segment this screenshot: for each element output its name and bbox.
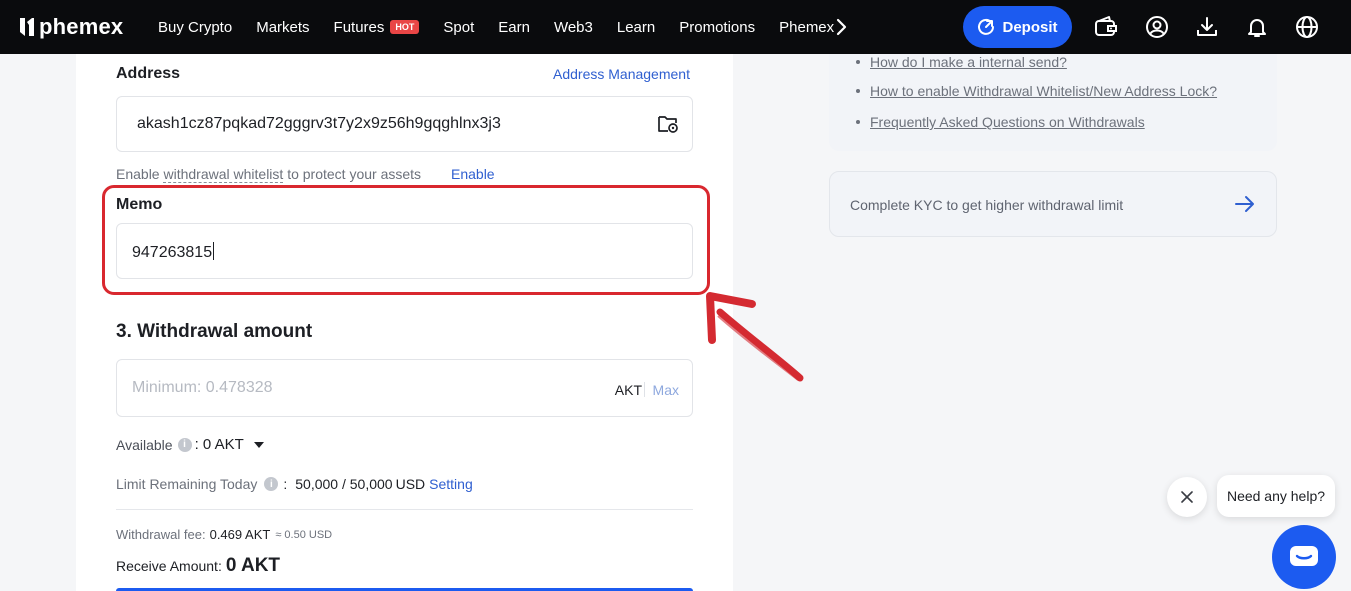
amount-unit: AKT	[614, 382, 642, 398]
caret-down-icon[interactable]	[253, 441, 264, 449]
limit-label: Limit Remaining Today	[116, 476, 258, 492]
address-management-link[interactable]: Address Management	[553, 66, 690, 82]
amount-placeholder: Minimum: 0.478328	[132, 379, 273, 396]
fee-usd: ≈ 0.50 USD	[275, 528, 333, 541]
main-nav: Buy Crypto Markets Futures HOT Spot Earn …	[158, 0, 858, 54]
memo-highlight-box	[102, 185, 710, 295]
info-icon[interactable]: i	[264, 477, 279, 491]
deposit-button[interactable]: Deposit	[963, 6, 1072, 48]
nav-spot[interactable]: Spot	[443, 19, 474, 36]
nav-label: Spot	[443, 18, 475, 36]
account-icon[interactable]	[1145, 15, 1169, 39]
red-pointer-arrow-icon	[706, 292, 804, 382]
enable-whitelist-link[interactable]: Enable	[451, 166, 495, 182]
nav-label: Web3	[553, 18, 593, 36]
available-row: Available i : 0 AKT	[116, 436, 264, 453]
hot-badge: HOT	[390, 20, 420, 34]
nav-label: Promotions	[679, 18, 756, 36]
info-icon[interactable]: i	[177, 437, 192, 452]
top-navigation-bar: phemex Buy Crypto Markets Futures HOT Spo…	[0, 0, 1351, 54]
amount-separator	[644, 382, 645, 397]
available-label: Available	[116, 436, 173, 453]
limit-value: 50,000 / 50,000	[295, 476, 393, 492]
kyc-banner[interactable]: Complete KYC to get higher withdrawal li…	[829, 171, 1277, 237]
chat-prompt-bubble[interactable]: Need any help?	[1217, 475, 1335, 517]
chat-launcher-button[interactable]	[1272, 525, 1336, 589]
kyc-text: Complete KYC to get higher withdrawal li…	[850, 197, 1124, 213]
download-icon[interactable]	[1195, 15, 1219, 39]
nav-web3[interactable]: Web3	[554, 19, 593, 36]
nav-earn[interactable]: Earn	[498, 19, 530, 36]
receive-label: Receive Amount:	[116, 558, 222, 574]
amount-input[interactable]: Minimum: 0.478328 AKT Max	[116, 359, 693, 417]
nav-label: Markets	[256, 18, 310, 36]
limit-row: Limit Remaining Today i : 50,000 / 50,00…	[116, 476, 473, 492]
address-label: Address	[116, 65, 181, 82]
address-input[interactable]: akash1cz87pqkad72gggrv3t7y2x9z56h9gqghln…	[116, 96, 693, 152]
arrow-right-icon	[1235, 196, 1254, 212]
whitelist-hint: Enable withdrawal whitelist to protect y…	[116, 166, 422, 183]
wallet-icon[interactable]	[1094, 15, 1118, 39]
nav-learn[interactable]: Learn	[617, 19, 655, 36]
divider	[116, 509, 693, 510]
brand-name: phemex	[39, 14, 124, 39]
available-value: : 0 AKT	[194, 436, 244, 453]
chat-icon	[1290, 546, 1318, 566]
fee-label: Withdrawal fee:	[116, 527, 206, 542]
bell-icon[interactable]	[1245, 15, 1269, 39]
chat-prompt-text: Need any help?	[1226, 488, 1326, 504]
limit-setting-link[interactable]: Setting	[429, 476, 473, 492]
max-button[interactable]: Max	[653, 382, 679, 398]
nav-label: Buy Crypto	[158, 18, 233, 36]
close-icon	[1181, 491, 1193, 503]
limit-unit: USD	[395, 476, 426, 492]
faq-link-withdrawals[interactable]: Frequently Asked Questions on Withdrawal…	[856, 114, 1145, 130]
nav-futures[interactable]: Futures HOT	[334, 19, 420, 36]
deposit-icon	[978, 18, 995, 35]
withdrawal-whitelist-term[interactable]: withdrawal whitelist	[163, 166, 284, 183]
nav-label: Earn	[498, 18, 530, 36]
nav-buy-crypto[interactable]: Buy Crypto	[158, 19, 232, 36]
globe-icon[interactable]	[1295, 15, 1319, 39]
nav-label: Futures	[333, 18, 385, 36]
faq-panel: How do I make a internal send? How to en…	[829, 54, 1277, 151]
fee-row: Withdrawal fee: 0.469 AKT ≈ 0.50 USD	[116, 527, 332, 542]
nav-label: Phemex	[779, 18, 835, 36]
phemex-logo[interactable]: phemex	[18, 14, 123, 40]
phemex-logo-icon	[20, 18, 34, 36]
receive-value: 0 AKT	[225, 555, 281, 576]
nav-promotions[interactable]: Promotions	[679, 19, 755, 36]
address-book-icon[interactable]	[656, 112, 680, 136]
nav-markets[interactable]: Markets	[256, 19, 309, 36]
receive-row: Receive Amount: 0 AKT	[116, 555, 280, 577]
chevron-right-icon[interactable]	[833, 17, 849, 37]
whitelist-hint-suffix: to protect your assets	[283, 166, 422, 182]
withdrawal-amount-title: 3. Withdrawal amount	[116, 321, 313, 342]
fee-value: 0.469 AKT	[209, 527, 271, 542]
chat-close-button[interactable]	[1167, 477, 1207, 517]
faq-link-whitelist[interactable]: How to enable Withdrawal Whitelist/New A…	[856, 83, 1217, 99]
faq-link-internal-send[interactable]: How do I make a internal send?	[856, 54, 1067, 70]
nav-phemex[interactable]: Phemex	[779, 19, 834, 36]
nav-label: Learn	[616, 18, 656, 36]
deposit-label: Deposit	[1002, 18, 1058, 36]
address-value: akash1cz87pqkad72gggrv3t7y2x9z56h9gqghln…	[137, 115, 501, 132]
whitelist-hint-prefix: Enable	[116, 166, 164, 182]
